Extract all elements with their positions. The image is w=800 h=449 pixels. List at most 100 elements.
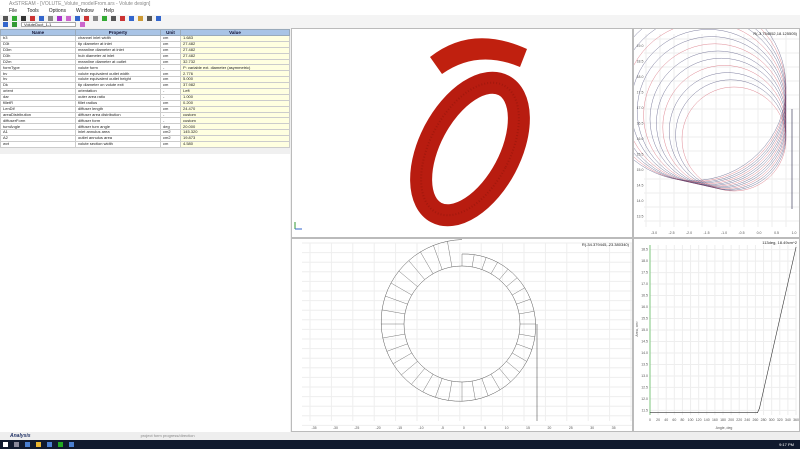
menu-tools[interactable]: Tools <box>27 8 39 15</box>
nav-icon[interactable] <box>3 22 8 27</box>
y-tick-label: 17.0 <box>641 282 648 286</box>
app-icon[interactable] <box>69 442 74 447</box>
x-tick-label: -1.5 <box>703 231 709 235</box>
menu-help[interactable]: Help <box>104 8 114 15</box>
x-tick-label: 60 <box>672 418 676 422</box>
menu-options[interactable]: Options <box>49 8 66 15</box>
section-line <box>433 245 443 270</box>
section-contour <box>634 29 787 181</box>
left-empty-pane <box>0 154 290 432</box>
component-select[interactable]: VoluteDuct_1-1 <box>21 22 76 27</box>
x-tick-label: -1.0 <box>721 231 727 235</box>
x-tick-label: 360 <box>793 418 799 422</box>
section-contour <box>675 79 787 191</box>
y-tick-label: 13.5 <box>637 215 644 219</box>
chart-icon[interactable] <box>80 22 85 27</box>
section-line <box>519 311 535 315</box>
x-tick-label: 200 <box>728 418 734 422</box>
x-tick-label: -20 <box>376 426 381 430</box>
x-tick-label: 280 <box>761 418 767 422</box>
y-tick-label: 12.0 <box>641 397 648 401</box>
x-tick-label: -2.5 <box>668 231 674 235</box>
app-icon[interactable] <box>25 442 30 447</box>
y-tick-label: 16.0 <box>641 305 648 309</box>
plan-readout: R(-34.379445,-23.380340) <box>581 242 629 247</box>
table-row[interactable]: wvt volute section width cm 4.580 <box>0 141 290 148</box>
x-tick-label: 120 <box>696 418 702 422</box>
x-tick-label: 180 <box>720 418 726 422</box>
y-tick-label: 15.5 <box>637 153 644 157</box>
section-line <box>411 368 425 385</box>
y-tick-label: 18.5 <box>641 248 648 252</box>
sections-plot[interactable]: -3.0 -2.5 -2.0 -1.5 -1.0 -0.5 0.0 0.5 1.0 19.0 18.… <box>633 28 800 238</box>
x-tick-label: 80 <box>680 418 684 422</box>
volute-exit-duct <box>430 38 527 74</box>
section-contour <box>668 72 787 190</box>
section-line <box>481 257 487 270</box>
x-tick-label: 0 <box>649 418 651 422</box>
clock: 9:17 PM <box>779 442 794 447</box>
x-tick-label: 20 <box>547 426 551 430</box>
x-tick-label: 5 <box>484 426 486 430</box>
app-icon[interactable] <box>58 442 63 447</box>
area-chart[interactable]: 0 20 40 60 80 100 120 140 160 180 200 220 240 260 280 3… <box>633 238 800 432</box>
3d-view[interactable] <box>291 28 633 238</box>
x-tick-label: 10 <box>505 426 509 430</box>
x-tick-label: 20 <box>656 418 660 422</box>
data-point <box>649 412 651 414</box>
folder-icon[interactable] <box>36 442 41 447</box>
model-icon[interactable] <box>12 22 17 27</box>
menu-window[interactable]: Window <box>76 8 94 15</box>
section-line <box>386 343 408 352</box>
section-contour <box>662 65 787 189</box>
x-tick-label: 220 <box>736 418 742 422</box>
search-icon[interactable] <box>14 442 19 447</box>
x-tick-label: 100 <box>688 418 694 422</box>
x-tick-label: -10 <box>418 426 423 430</box>
properties-table: Name Property Unit Value b3 channel inlet… <box>0 29 290 148</box>
y-tick-label: 14.5 <box>637 184 644 188</box>
y-tick-label: 13.5 <box>641 362 648 366</box>
x-tick-label: 340 <box>785 418 791 422</box>
x-tick-label: 320 <box>777 418 783 422</box>
y-tick-label: 14.0 <box>637 199 644 203</box>
analysis-tab[interactable]: Analysis <box>10 432 31 440</box>
section-line <box>471 254 475 267</box>
y-tick-label: 16.5 <box>637 122 644 126</box>
section-line <box>499 269 509 280</box>
y-tick-label: 14.5 <box>641 339 648 343</box>
section-line <box>398 270 418 287</box>
y-tick-label: 11.5 <box>641 408 648 412</box>
x-tick-label: 25 <box>569 426 573 430</box>
y-tick-label: 17.5 <box>641 271 648 275</box>
x-axis-label: Angle, deg <box>716 426 733 430</box>
data-point <box>759 407 760 409</box>
y-tick-label: 15.5 <box>641 317 648 321</box>
menu-file[interactable]: File <box>9 8 17 15</box>
section-line <box>390 282 412 296</box>
status-bar: Analysis project form progress/direction <box>0 432 800 440</box>
section-line <box>420 251 434 274</box>
section-line <box>519 333 535 338</box>
x-tick-label: -30 <box>333 426 338 430</box>
x-tick-label: 300 <box>769 418 775 422</box>
app-icon[interactable] <box>47 442 52 447</box>
y-tick-label: 16.0 <box>637 137 644 141</box>
y-tick-label: 18.0 <box>641 259 648 263</box>
y-tick-label: 15.0 <box>637 168 644 172</box>
cell-value[interactable]: 4.580 <box>180 141 290 148</box>
y-axis-label: Area, cm² <box>635 321 639 337</box>
volute-3d-model <box>294 38 530 230</box>
x-tick-label: 0.0 <box>757 231 762 235</box>
secondary-toolbar: VoluteDuct_1-1 <box>0 21 800 28</box>
y-tick-label: 17.0 <box>637 106 644 110</box>
x-tick-label: 160 <box>712 418 718 422</box>
start-icon[interactable] <box>3 442 8 447</box>
x-tick-label: 30 <box>590 426 594 430</box>
x-tick-label: -25 <box>354 426 359 430</box>
plan-plot[interactable]: -35 -30 -25 -20 -15 -10 -5 0 5 10 15 20 25 30 35 R(-34… <box>291 238 633 432</box>
x-tick-label: 0 <box>463 426 465 430</box>
volute-torus <box>410 71 530 227</box>
section-line <box>516 298 531 305</box>
section-line <box>506 361 520 373</box>
